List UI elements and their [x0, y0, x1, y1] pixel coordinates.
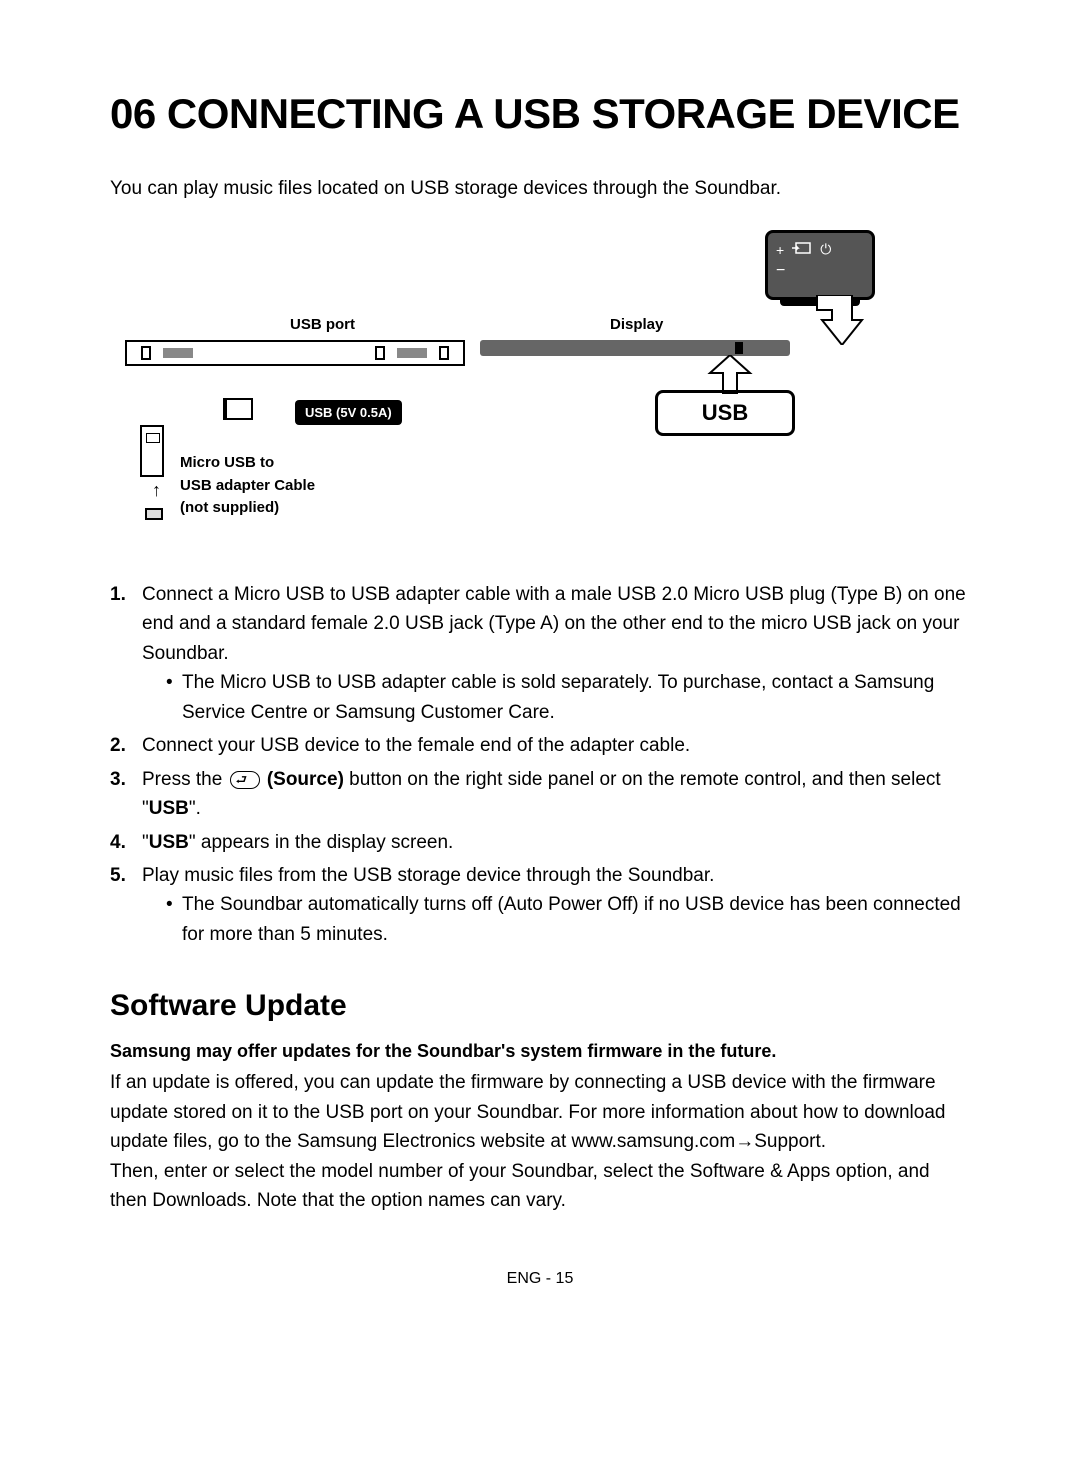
minus-icon: − [776, 262, 864, 280]
display-label: Display [610, 316, 663, 333]
software-update-heading: Software Update [110, 989, 970, 1023]
plus-icon: + [776, 242, 784, 258]
source-button-icon [230, 771, 260, 789]
soundbar-front-illustration [480, 340, 790, 356]
display-device-illustration: + ⏻ − [765, 230, 875, 300]
step-5: Play music files from the USB storage de… [110, 861, 970, 949]
software-update-para1: If an update is offered, you can update … [110, 1068, 970, 1156]
usb-power-label: USB (5V 0.5A) [295, 400, 402, 425]
soundbar-display-dot [735, 342, 743, 354]
page-footer: ENG - 15 [110, 1270, 970, 1288]
step-4: "USB" appears in the display screen. [110, 828, 970, 857]
small-drive-icon [145, 508, 163, 520]
step-3: Press the (Source) button on the right s… [110, 765, 970, 824]
step-2: Connect your USB device to the female en… [110, 731, 970, 760]
power-icon: ⏻ [820, 241, 831, 258]
software-update-note: Samsung may offer updates for the Soundb… [110, 1041, 970, 1062]
instruction-list: Connect a Micro USB to USB adapter cable… [110, 580, 970, 949]
pointer-down-icon [807, 295, 867, 345]
usb-port-label: USB port [290, 316, 355, 333]
usb-drive-icon [140, 425, 164, 477]
page-title: 06 CONNECTING A USB STORAGE DEVICE [110, 90, 970, 138]
step-1-note: The Micro USB to USB adapter cable is so… [166, 668, 970, 727]
soundbar-ports [135, 344, 455, 362]
connection-diagram: USB port USB (5V 0.5A) ↑ Micro USB to US… [110, 230, 970, 560]
usb-display-box: USB [655, 390, 795, 436]
step-5-note: The Soundbar automatically turns off (Au… [166, 890, 970, 949]
step-1: Connect a Micro USB to USB adapter cable… [110, 580, 970, 727]
source-pictogram-icon [792, 241, 812, 258]
software-update-para2: Then, enter or select the model number o… [110, 1157, 970, 1216]
adapter-cable-caption: Micro USB to USB adapter Cable (not supp… [180, 452, 315, 520]
arrow-up-icon: ↑ [152, 480, 161, 501]
pointer-up-icon [695, 355, 765, 395]
intro-text: You can play music files located on USB … [110, 178, 970, 200]
micro-usb-connector-icon [223, 398, 253, 420]
